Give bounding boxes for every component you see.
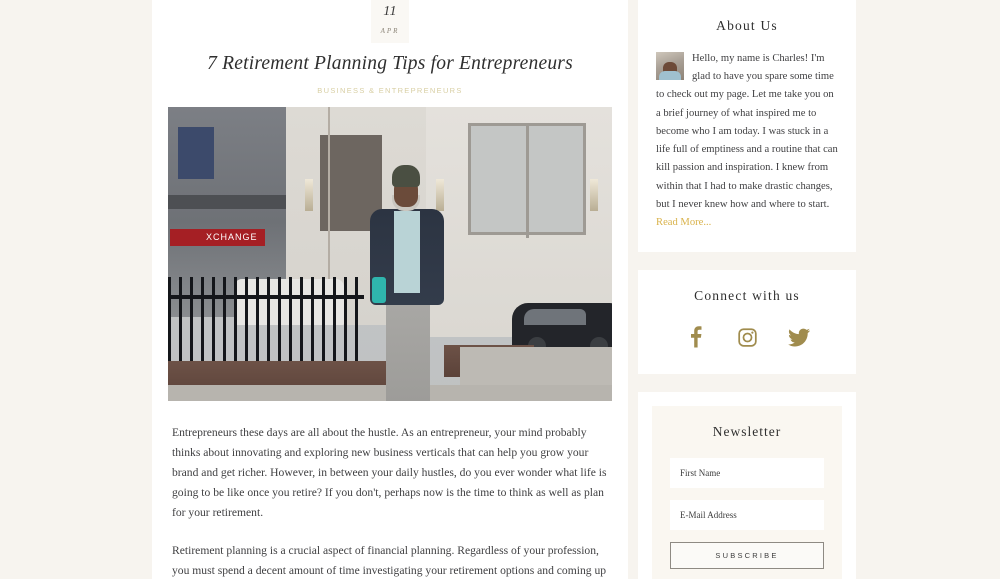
newsletter-widget: Newsletter SUBSCRIBE: [638, 392, 856, 579]
facebook-icon[interactable]: [682, 324, 708, 350]
post-date-month: APR: [380, 27, 400, 35]
post-paragraph: Entrepreneurs these days are all about t…: [172, 426, 607, 520]
featured-image-storefront-sign: XCHANGE: [170, 229, 265, 247]
twitter-icon[interactable]: [786, 324, 812, 350]
post-date-badge: 11 APR: [371, 0, 409, 43]
featured-image-canopy: [168, 195, 286, 210]
connect-with-us-title: Connect with us: [694, 288, 800, 304]
featured-image-tree: [328, 107, 330, 288]
about-us-widget: About Us Hello, my name is Charles! I'm …: [638, 0, 856, 253]
about-us-title: About Us: [716, 18, 778, 33]
person-shirt: [394, 211, 420, 294]
newsletter-form: Newsletter SUBSCRIBE: [652, 406, 842, 579]
subscribe-button[interactable]: SUBSCRIBE: [670, 542, 824, 570]
article-card: 11 APR 7 Retirement Planning Tips for En…: [152, 0, 628, 579]
person-pants: [386, 297, 430, 402]
person-water-bottle: [372, 277, 386, 304]
sidebar: About Us Hello, my name is Charles! I'm …: [638, 0, 856, 579]
post-category-link[interactable]: BUSINESS & ENTREPRENEURS: [168, 86, 612, 95]
avatar: [656, 52, 684, 80]
featured-image: XCHANGE: [168, 107, 612, 402]
featured-image-fence-rail: [168, 295, 364, 300]
about-us-text: Hello, my name is Charles! I'm glad to h…: [656, 50, 838, 232]
connect-with-us-widget: Connect with us: [638, 270, 856, 375]
featured-image-banner-sign: [178, 127, 214, 180]
social-links: [656, 324, 838, 350]
post-date-day: 11: [383, 4, 397, 19]
featured-image-window-right: [468, 123, 586, 239]
email-field[interactable]: [670, 500, 824, 531]
blog-page: 11 APR 7 Retirement Planning Tips for En…: [0, 0, 1000, 579]
person-hat: [392, 165, 420, 188]
post-paragraph: Retirement planning is a crucial aspect …: [172, 544, 607, 578]
post-body: Entrepreneurs these days are all about t…: [168, 401, 612, 579]
newsletter-title: Newsletter: [712, 424, 782, 440]
featured-image-wall-lamp: [305, 179, 313, 212]
read-more-link[interactable]: Read More...: [656, 217, 711, 228]
instagram-icon[interactable]: [734, 324, 760, 350]
post-title: 7 Retirement Planning Tips for Entrepren…: [207, 53, 573, 74]
featured-image-wall-lamp: [590, 179, 598, 212]
featured-image-person: [364, 165, 460, 402]
first-name-field[interactable]: [670, 458, 824, 489]
featured-image-dark-car: [512, 303, 612, 356]
